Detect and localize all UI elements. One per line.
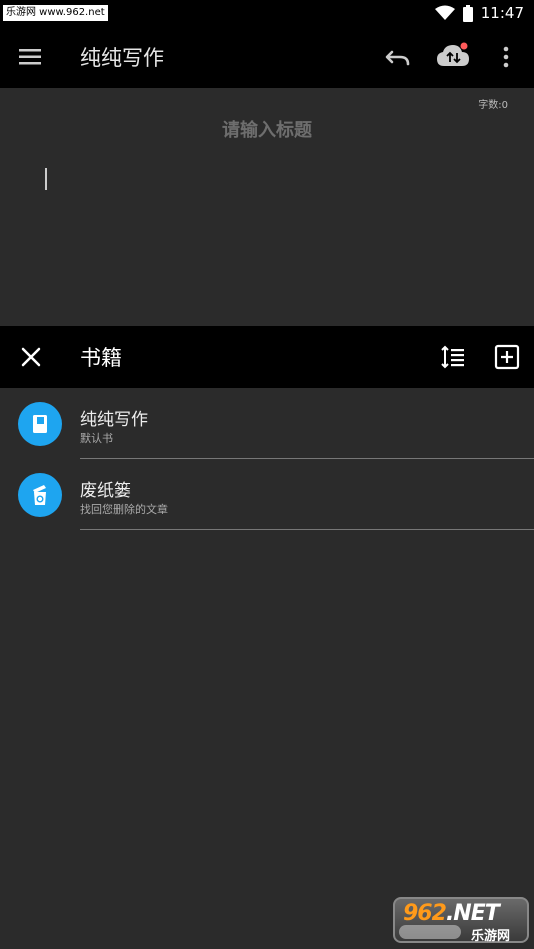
status-icons: 11:47 <box>434 3 524 23</box>
clock: 11:47 <box>480 4 524 22</box>
watermark-decoration <box>399 925 461 939</box>
book-subtitle: 找回您删除的文章 <box>80 503 168 516</box>
sort-icon[interactable] <box>440 344 466 370</box>
notification-dot <box>460 42 468 50</box>
watermark-text: 乐游网 www.962.net <box>3 5 108 21</box>
book-icon <box>33 415 47 433</box>
divider <box>80 529 534 530</box>
book-name: 纯纯写作 <box>80 410 148 430</box>
trash-icon <box>33 485 46 505</box>
site-watermark-logo: 962.NET 乐游网 <box>393 897 529 944</box>
watermark-label: 乐游网 <box>471 929 511 944</box>
list-item-trash[interactable]: 废纸篓 找回您删除的文章 <box>0 459 534 530</box>
battery-icon <box>462 4 473 22</box>
close-icon[interactable] <box>20 346 42 368</box>
watermark-number: 962.NET <box>403 901 500 926</box>
books-panel-header: 书籍 <box>0 326 534 388</box>
book-avatar <box>18 402 62 446</box>
trash-avatar <box>18 473 62 517</box>
add-box-icon[interactable] <box>494 344 520 370</box>
books-title: 书籍 <box>80 346 122 370</box>
text-cursor <box>45 168 47 190</box>
editor-area[interactable]: 字数:0 请输入标题 <box>0 88 534 326</box>
book-list: 纯纯写作 默认书 废纸篓 找回您删除的文章 <box>0 388 534 949</box>
undo-icon[interactable] <box>384 44 412 70</box>
word-count: 字数:0 <box>478 100 508 111</box>
book-name: 废纸篓 <box>80 481 131 501</box>
title-input[interactable]: 请输入标题 <box>0 116 534 142</box>
app-bar: 纯纯写作 <box>0 26 534 88</box>
list-item-default-book[interactable]: 纯纯写作 默认书 <box>0 388 534 459</box>
menu-icon[interactable] <box>19 45 41 69</box>
more-vert-icon[interactable] <box>496 44 516 70</box>
app-title: 纯纯写作 <box>80 46 164 70</box>
status-bar: 乐游网 www.962.net 11:47 <box>0 0 534 26</box>
book-subtitle: 默认书 <box>80 432 113 445</box>
cloud-sync-icon[interactable] <box>436 40 470 72</box>
wifi-icon <box>434 5 455 20</box>
